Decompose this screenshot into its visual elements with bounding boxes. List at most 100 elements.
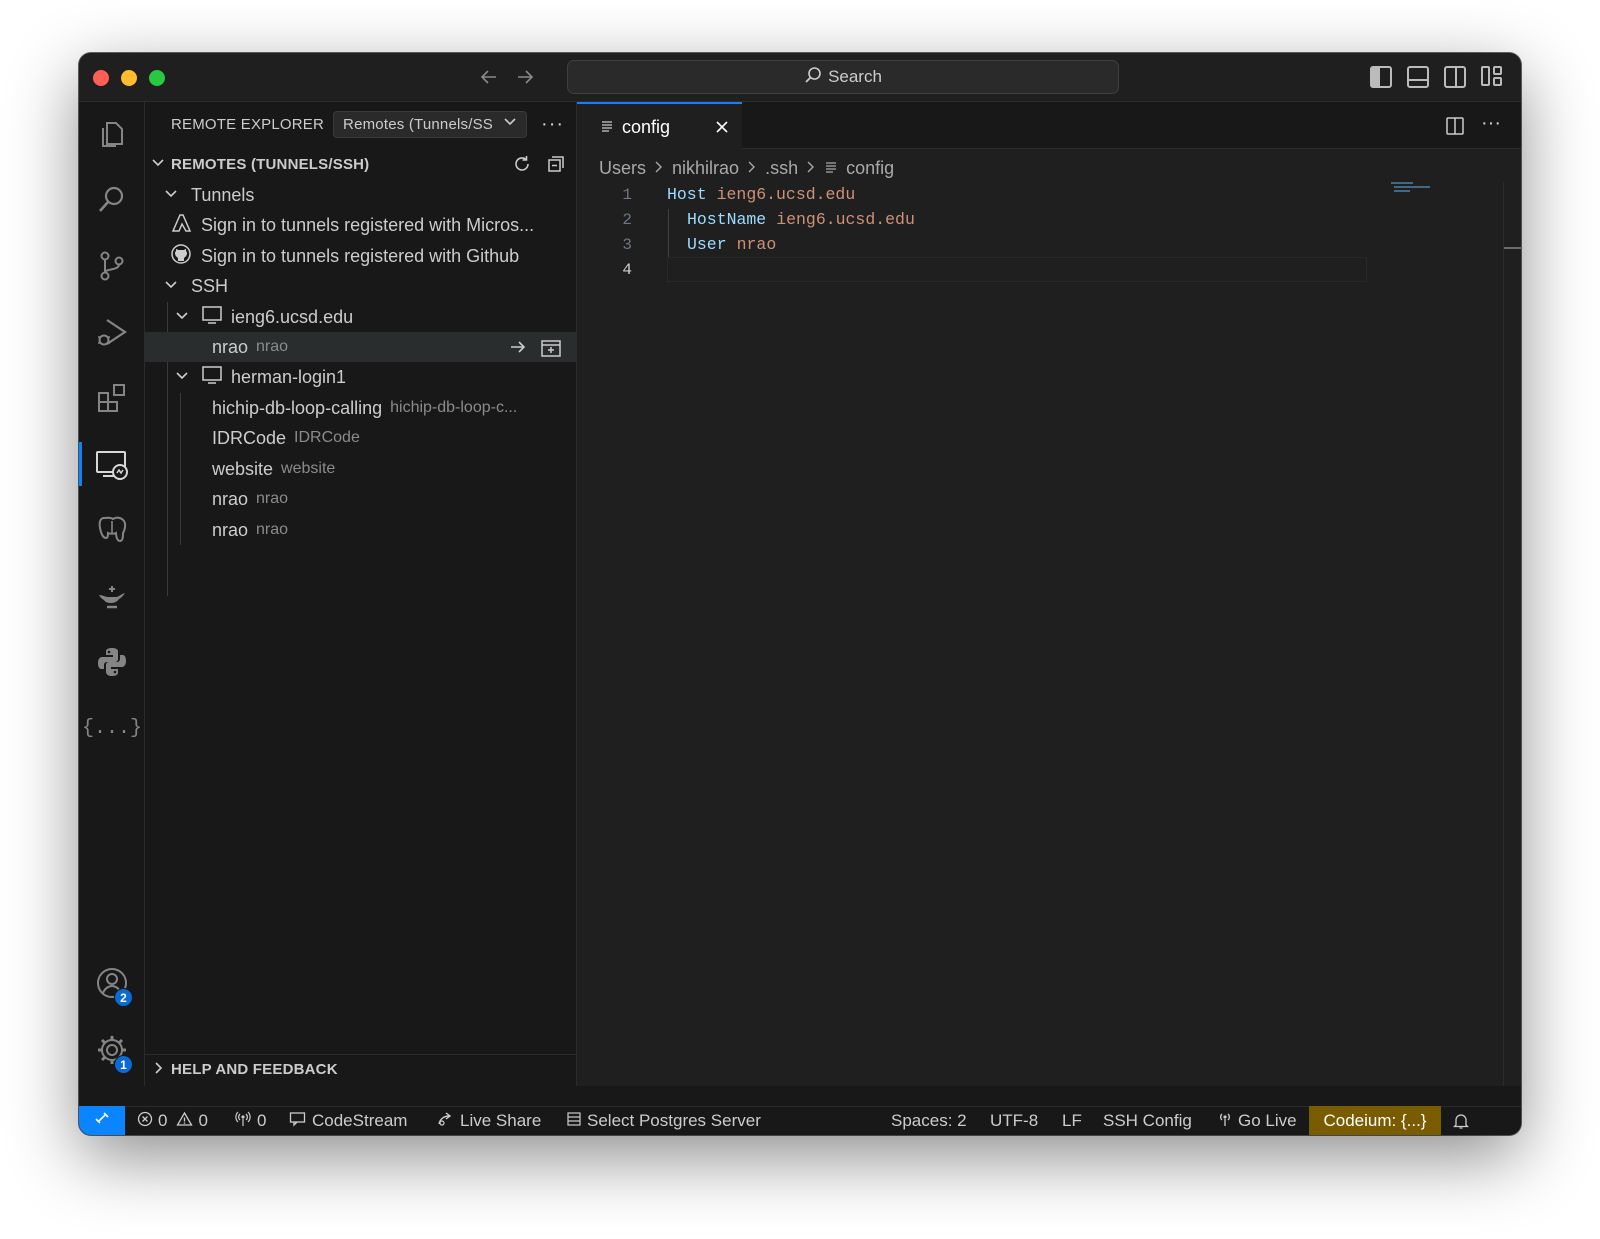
- source-control-icon[interactable]: [79, 238, 145, 294]
- go-live-label: Go Live: [1238, 1111, 1297, 1130]
- settings-gear-icon[interactable]: 1: [79, 1022, 145, 1078]
- go-live-item[interactable]: Go Live: [1217, 1107, 1297, 1135]
- toggle-secondary-sidebar-icon[interactable]: [1444, 66, 1466, 88]
- comment-icon: [289, 1111, 307, 1132]
- spaces-label: Spaces: 2: [891, 1111, 967, 1130]
- close-icon[interactable]: [714, 119, 730, 140]
- ssh-folder-label: website: [212, 458, 274, 479]
- ssh-folder-row[interactable]: IDRCode IDRCode: [145, 423, 576, 453]
- ssh-host-ieng6[interactable]: ieng6.ucsd.edu: [145, 302, 576, 332]
- toggle-primary-sidebar-icon[interactable]: [1370, 66, 1392, 88]
- remotes-dropdown-value: Remotes (Tunnels/SS: [343, 115, 494, 133]
- extensions-icon[interactable]: [79, 370, 145, 426]
- notifications-bell-icon[interactable]: [1453, 1107, 1469, 1135]
- title-bar: Search: [79, 53, 1521, 102]
- more-actions-icon[interactable]: ···: [541, 113, 564, 136]
- forward-arrow-icon[interactable]: [515, 67, 535, 91]
- ssh-folder-row[interactable]: nrao nrao: [145, 332, 576, 362]
- live-share-label: Live Share: [460, 1111, 542, 1130]
- error-icon: [137, 1111, 153, 1132]
- explorer-icon[interactable]: [79, 106, 145, 162]
- encoding-label: UTF-8: [990, 1111, 1039, 1130]
- refresh-icon[interactable]: [512, 154, 532, 179]
- tunnels-sign-in-microsoft[interactable]: Sign in to tunnels registered with Micro…: [145, 210, 576, 240]
- open-in-new-window-icon[interactable]: [540, 336, 562, 363]
- split-editor-icon[interactable]: [1445, 116, 1465, 141]
- chevron-down-icon: [174, 309, 190, 326]
- postgres-label: Select Postgres Server: [587, 1111, 761, 1130]
- line-number: 2: [622, 210, 632, 229]
- ssh-folder-row[interactable]: nrao nrao: [145, 515, 576, 545]
- remotes-dropdown[interactable]: Remotes (Tunnels/SS: [333, 110, 528, 138]
- postgres-server-item[interactable]: Select Postgres Server: [566, 1107, 761, 1135]
- toggle-panel-icon[interactable]: [1407, 66, 1429, 88]
- ssh-group[interactable]: SSH: [145, 271, 576, 301]
- codeium-item[interactable]: Codeium: {...}: [1309, 1106, 1441, 1135]
- chevron-down-icon: [163, 187, 179, 204]
- remote-explorer-icon[interactable]: [79, 436, 145, 492]
- live-share-item[interactable]: Live Share: [437, 1107, 541, 1135]
- warning-count: 0: [198, 1111, 208, 1130]
- status-bar: 0 0 0 CodeStream Live Share Select Postg…: [79, 1106, 1521, 1135]
- scrollbar-track[interactable]: [1503, 182, 1521, 1086]
- ssh-folder-desc: hichip-db-loop-c...: [390, 399, 518, 416]
- zoom-window-button[interactable]: [149, 70, 165, 86]
- ssh-folder-row[interactable]: hichip-db-loop-calling hichip-db-loop-c.…: [145, 393, 576, 423]
- ssh-folder-label: hichip-db-loop-calling: [212, 397, 383, 418]
- indentation-item[interactable]: Spaces: 2: [891, 1107, 967, 1135]
- language-mode-item[interactable]: SSH Config: [1103, 1107, 1192, 1135]
- accounts-icon[interactable]: 2: [79, 955, 145, 1011]
- command-center-search[interactable]: Search: [567, 60, 1119, 94]
- remote-indicator[interactable]: [79, 1106, 125, 1135]
- ssh-folder-label: IDRCode: [212, 427, 287, 448]
- live-share-icon: [437, 1111, 455, 1132]
- code-key: User: [687, 235, 727, 254]
- close-window-button[interactable]: [93, 70, 109, 86]
- run-debug-icon[interactable]: [79, 304, 145, 360]
- minimap[interactable]: [1391, 182, 1431, 192]
- search-icon: [804, 66, 822, 89]
- json-braces-icon[interactable]: {...}: [79, 700, 145, 756]
- customize-layout-icon[interactable]: [1481, 66, 1503, 88]
- ssh-group-label: SSH: [191, 275, 229, 296]
- help-feedback-section-header[interactable]: HELP AND FEEDBACK: [145, 1054, 576, 1084]
- remote-explorer-sidebar: REMOTE EXPLORER Remotes (Tunnels/SS ··· …: [145, 102, 577, 1086]
- editor-more-actions-icon[interactable]: ···: [1481, 112, 1501, 135]
- tab-config[interactable]: config: [577, 102, 742, 150]
- search-view-icon[interactable]: [79, 172, 145, 228]
- radio-tower-icon: [1217, 1111, 1233, 1132]
- current-line-highlight: [667, 257, 1367, 282]
- ssh-folder-row[interactable]: website website: [145, 454, 576, 484]
- back-arrow-icon[interactable]: [479, 67, 499, 91]
- problems-indicator[interactable]: 0 0: [137, 1107, 208, 1135]
- code-value: ieng6.ucsd.edu: [776, 210, 915, 229]
- python-icon[interactable]: [79, 634, 145, 690]
- codestream-item[interactable]: CodeStream: [289, 1107, 407, 1135]
- line-number: 3: [622, 235, 632, 254]
- minimize-window-button[interactable]: [121, 70, 137, 86]
- genie-lamp-icon[interactable]: [79, 568, 145, 624]
- eol-item[interactable]: LF: [1062, 1107, 1082, 1135]
- postgres-elephant-icon[interactable]: [79, 502, 145, 558]
- remote-connect-icon: [93, 1109, 111, 1132]
- ssh-folder-label: nrao: [212, 336, 249, 357]
- ssh-host-herman[interactable]: herman-login1: [145, 362, 576, 392]
- breadcrumb-item[interactable]: .ssh: [765, 158, 798, 179]
- ssh-folder-row[interactable]: nrao nrao: [145, 484, 576, 514]
- ports-indicator[interactable]: 0: [234, 1107, 266, 1135]
- collapse-all-icon[interactable]: [546, 154, 566, 179]
- breadcrumb-item[interactable]: nikhilrao: [672, 158, 739, 179]
- chevron-down-icon: [150, 156, 166, 173]
- tunnels-group[interactable]: Tunnels: [145, 180, 576, 210]
- breadcrumb-item[interactable]: config: [846, 158, 894, 179]
- encoding-item[interactable]: UTF-8: [990, 1107, 1038, 1135]
- remotes-section-header[interactable]: REMOTES (TUNNELS/SSH): [145, 149, 576, 179]
- ssh-folder-desc: website: [281, 460, 336, 477]
- tunnels-item-label: Sign in to tunnels registered with Micro…: [201, 214, 535, 235]
- connect-arrow-icon[interactable]: [508, 337, 528, 362]
- remotes-section-title: REMOTES (TUNNELS/SSH): [171, 155, 370, 173]
- accounts-badge: 2: [114, 988, 133, 1007]
- ssh-host-name: ieng6.ucsd.edu: [231, 306, 354, 327]
- breadcrumb-item[interactable]: Users: [599, 158, 646, 179]
- tunnels-sign-in-github[interactable]: Sign in to tunnels registered with Githu…: [145, 241, 576, 271]
